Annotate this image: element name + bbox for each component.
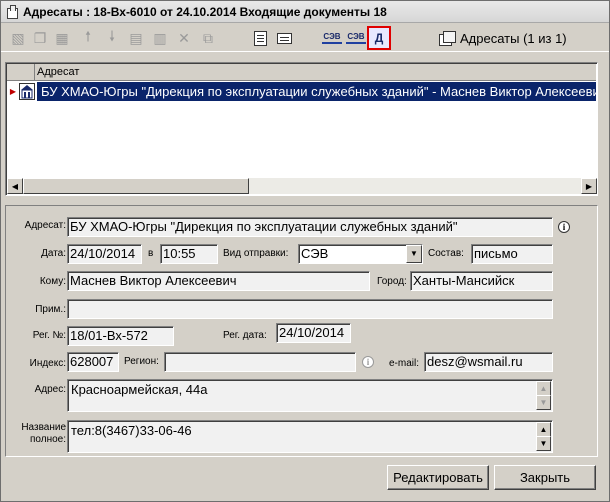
fullname-label-2: полное: xyxy=(29,434,66,445)
region-field[interactable] xyxy=(164,352,356,372)
index-label: Индекс: xyxy=(29,358,66,369)
index-field[interactable]: 628007 xyxy=(67,352,119,372)
toolbar: ▧ ❐ ▦ 🠕 🠗 ▤ ▥ ✕ ⧉ СЭВ СЭВ Д Адресаты (1 … xyxy=(1,24,609,52)
title-bar[interactable]: Адресаты : 18-Вх-6010 от 24.10.2014 Вход… xyxy=(1,1,609,23)
addressees-count[interactable]: Адресаты (1 из 1) xyxy=(439,28,567,48)
note-field[interactable] xyxy=(67,299,553,319)
edit-document-icon[interactable] xyxy=(249,27,271,49)
dispatch-label: Вид отправки: xyxy=(223,248,289,259)
dispatch-select[interactable]: СЭВ ▼ xyxy=(298,244,423,264)
fullname-scrollbar[interactable]: ▲ ▼ xyxy=(536,422,551,451)
arrow-down-icon[interactable]: 🠗 xyxy=(101,27,123,49)
grid-header: Адресат xyxy=(7,64,596,81)
edit-record-icon[interactable]: ▦ xyxy=(51,27,73,49)
arrow-up-icon[interactable]: 🠕 xyxy=(77,27,99,49)
add-record-icon[interactable]: ▧ xyxy=(7,27,29,49)
row-indicator-icon: ▶ xyxy=(9,87,17,96)
addressees-grid: Адресат ▶ БУ ХМАО-Югры "Дирекция по эксп… xyxy=(5,62,598,196)
scroll-right-icon[interactable]: ▶ xyxy=(581,178,597,194)
grid-header-corner xyxy=(7,64,35,80)
scroll-up-icon[interactable]: ▲ xyxy=(536,381,551,396)
addressee-label: Адресат: xyxy=(24,220,66,231)
addressees-window: Адресаты : 18-Вх-6010 от 24.10.2014 Вход… xyxy=(0,0,610,502)
reg-date-label: Рег. дата: xyxy=(223,330,267,341)
column-header-addressee[interactable]: Адресат xyxy=(37,66,79,78)
table-row[interactable]: ▶ БУ ХМАО-Югры "Дирекция по эксплуатации… xyxy=(7,82,596,101)
time-label: в xyxy=(148,248,154,259)
grid-horizontal-scrollbar[interactable]: ◀ ▶ xyxy=(7,178,597,194)
to-label: Кому: xyxy=(39,276,66,287)
region-info-icon[interactable]: i xyxy=(362,356,374,368)
address-memo[interactable]: Красноармейская, 44а ▲ ▼ xyxy=(67,379,553,412)
reg-no-label: Рег. №: xyxy=(32,330,66,341)
date-field[interactable]: 24/10/2014 xyxy=(67,244,142,264)
time-field[interactable]: 10:55 xyxy=(160,244,218,264)
addressee-details-form: Адресат: БУ ХМАО-Югры "Дирекция по экспл… xyxy=(5,205,598,457)
scroll-left-icon[interactable]: ◀ xyxy=(7,178,23,194)
window-title: Адресаты : 18-Вх-6010 от 24.10.2014 Вход… xyxy=(23,4,387,19)
scroll-down-icon[interactable]: ▼ xyxy=(536,395,551,410)
dispatch-value: СЭВ xyxy=(301,246,329,261)
addressees-count-label: Адресаты (1 из 1) xyxy=(460,30,567,46)
delete-icon[interactable]: ✕ xyxy=(173,27,195,49)
reg-date-field[interactable]: 24/10/2014 xyxy=(276,323,351,343)
address-label: Адрес: xyxy=(34,384,66,395)
sev-send-icon[interactable]: СЭВ xyxy=(321,27,343,49)
date-label: Дата: xyxy=(41,248,66,259)
email-label: e-mail: xyxy=(389,358,420,369)
scroll-up-icon[interactable]: ▲ xyxy=(536,422,551,437)
city-field[interactable]: Ханты-Мансийск xyxy=(410,271,553,291)
reg-no-field[interactable]: 18/01-Вх-572 xyxy=(67,326,174,346)
addressee-field[interactable]: БУ ХМАО-Югры "Дирекция по эксплуатации с… xyxy=(67,217,553,237)
addressees-cards-icon xyxy=(439,31,456,46)
edit-button[interactable]: Редактировать xyxy=(387,465,489,490)
scroll-thumb[interactable] xyxy=(23,178,249,194)
close-button[interactable]: Закрыть xyxy=(494,465,596,490)
window-app-icon xyxy=(5,4,19,19)
composition-label: Состав: xyxy=(428,248,464,259)
fullname-memo[interactable]: тел:8(3467)33-06-46 ▲ ▼ xyxy=(67,420,553,453)
note-label: Прим.: xyxy=(35,304,66,315)
row-addressee-cell[interactable]: БУ ХМАО-Югры "Дирекция по эксплуатации с… xyxy=(37,82,596,101)
composition-field[interactable]: письмо xyxy=(471,244,553,264)
city-label: Город: xyxy=(377,276,407,287)
replace-icon[interactable]: ⧉ xyxy=(197,27,219,49)
insert-list-icon[interactable]: ▥ xyxy=(149,27,171,49)
organization-icon xyxy=(19,83,35,100)
fullname-value: тел:8(3467)33-06-46 xyxy=(71,423,192,438)
sev-receive-icon[interactable]: СЭВ xyxy=(345,27,367,49)
address-scrollbar[interactable]: ▲ ▼ xyxy=(536,381,551,410)
to-field[interactable]: Маснев Виктор Алексеевич xyxy=(67,271,370,291)
card-icon[interactable] xyxy=(273,27,295,49)
chevron-down-icon[interactable]: ▼ xyxy=(406,245,422,263)
scroll-down-icon[interactable]: ▼ xyxy=(536,436,551,451)
fullname-label-1: Название xyxy=(21,422,66,433)
email-field[interactable]: desz@wsmail.ru xyxy=(424,352,553,372)
address-value: Красноармейская, 44а xyxy=(71,382,208,397)
preview-icon[interactable]: Д xyxy=(367,26,391,50)
region-label: Регион: xyxy=(124,356,159,367)
addressee-info-icon[interactable]: i xyxy=(558,221,570,233)
insert-icon[interactable]: ▤ xyxy=(125,27,147,49)
copy-record-icon[interactable]: ❐ xyxy=(29,27,51,49)
